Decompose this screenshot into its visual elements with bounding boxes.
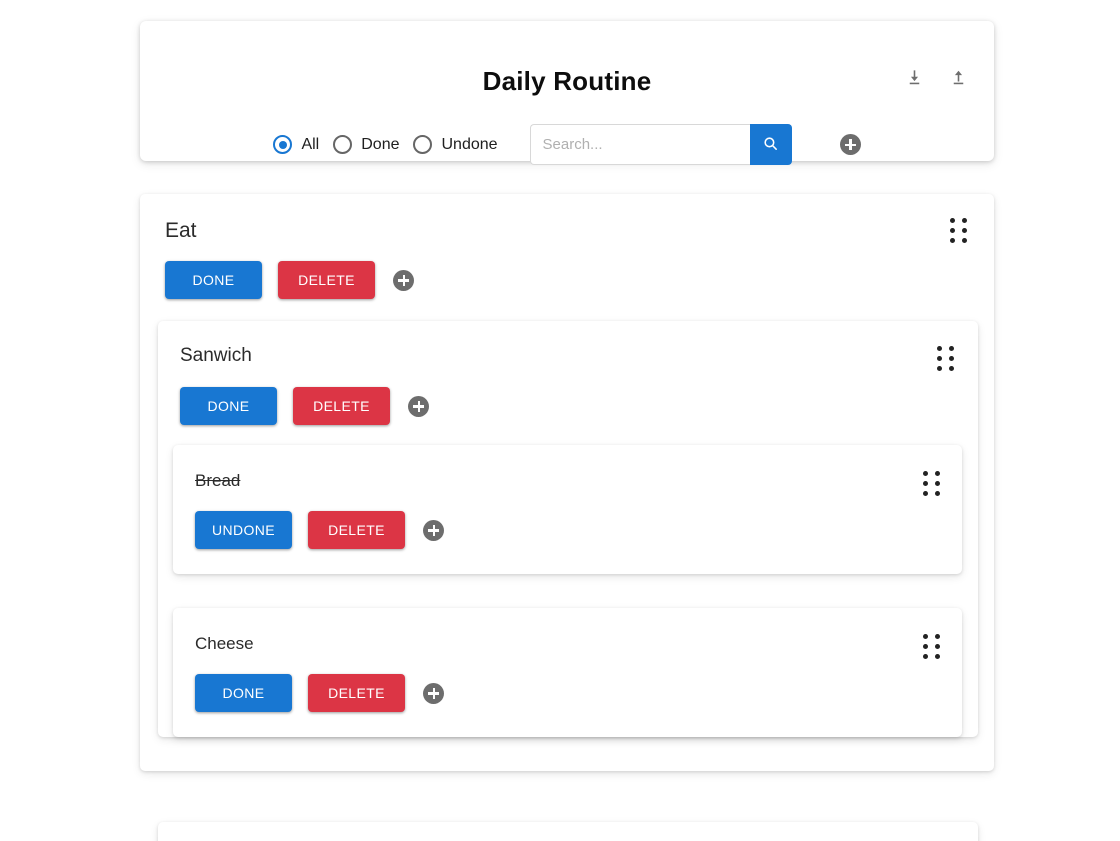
filter-radio-done[interactable]: Done: [333, 135, 399, 154]
toggle-done-button[interactable]: DONE: [180, 387, 277, 425]
add-subtask-button[interactable]: [423, 682, 444, 704]
task-header: Cheese: [173, 608, 962, 659]
drag-handle-icon[interactable]: [923, 634, 940, 659]
task-card-eat: Eat DONE DELETE Sanwich DONE DELETE Brea…: [140, 194, 994, 771]
task-actions: DONE DELETE: [173, 659, 962, 737]
radio-dot-icon: [333, 135, 353, 154]
radio-dot-icon: [273, 135, 293, 154]
filter-radio-all[interactable]: All: [273, 135, 319, 154]
add-subtask-button[interactable]: [408, 395, 429, 417]
search-bar: [529, 124, 792, 165]
search-button[interactable]: [749, 124, 792, 165]
search-icon: [762, 135, 779, 155]
download-icon[interactable]: [900, 63, 928, 91]
delete-button[interactable]: DELETE: [308, 674, 405, 712]
add-subtask-button[interactable]: [393, 269, 414, 291]
filter-label-done: Done: [361, 135, 400, 153]
task-title: Cheese: [195, 634, 254, 653]
page-title: Daily Routine: [482, 66, 652, 96]
filter-label-all: All: [301, 135, 320, 153]
radio-dot-icon: [413, 135, 433, 154]
drag-handle-icon[interactable]: [923, 471, 940, 496]
filter-radio-group: All Done Undone: [273, 135, 498, 154]
task-title: Sanwich: [180, 345, 252, 366]
search-input[interactable]: [529, 124, 750, 165]
task-actions: DONE DELETE: [140, 243, 994, 321]
task-header: Bread: [173, 445, 962, 496]
task-actions: UNDONE DELETE: [173, 496, 962, 574]
task-actions: DONE DELETE: [158, 371, 978, 445]
upload-icon[interactable]: [944, 63, 972, 91]
header-icon-group: [900, 63, 972, 91]
task-header: Sanwich: [158, 321, 978, 371]
drag-handle-icon[interactable]: [950, 218, 967, 243]
drag-handle-icon[interactable]: [937, 346, 954, 371]
toggle-done-button[interactable]: DONE: [195, 674, 292, 712]
add-subtask-button[interactable]: [423, 519, 444, 541]
task-card-sanwich: Sanwich DONE DELETE Bread UNDONE DELETE …: [158, 321, 978, 737]
app-root: Daily Routine All Done Undone Search... …: [0, 0, 1120, 841]
filter-controls: All Done Undone: [140, 124, 994, 165]
delete-button[interactable]: DELETE: [293, 387, 390, 425]
task-card-partial-below-fold: [158, 822, 978, 841]
delete-button[interactable]: DELETE: [278, 261, 375, 299]
task-card-cheese: Cheese DONE DELETE: [173, 608, 962, 737]
task-header: Eat: [140, 194, 994, 243]
task-title: Eat: [165, 219, 197, 242]
filter-label-undone: Undone: [441, 135, 498, 153]
task-title: Bread: [195, 471, 241, 490]
delete-button[interactable]: DELETE: [308, 511, 405, 549]
task-card-bread: Bread UNDONE DELETE: [173, 445, 962, 574]
filter-radio-undone[interactable]: Undone: [413, 135, 498, 154]
toggle-done-button[interactable]: DONE: [165, 261, 262, 299]
toggle-done-button[interactable]: UNDONE: [195, 511, 292, 549]
add-task-button[interactable]: [839, 134, 861, 155]
header-card: Daily Routine All Done Undone Search...: [140, 21, 994, 165]
